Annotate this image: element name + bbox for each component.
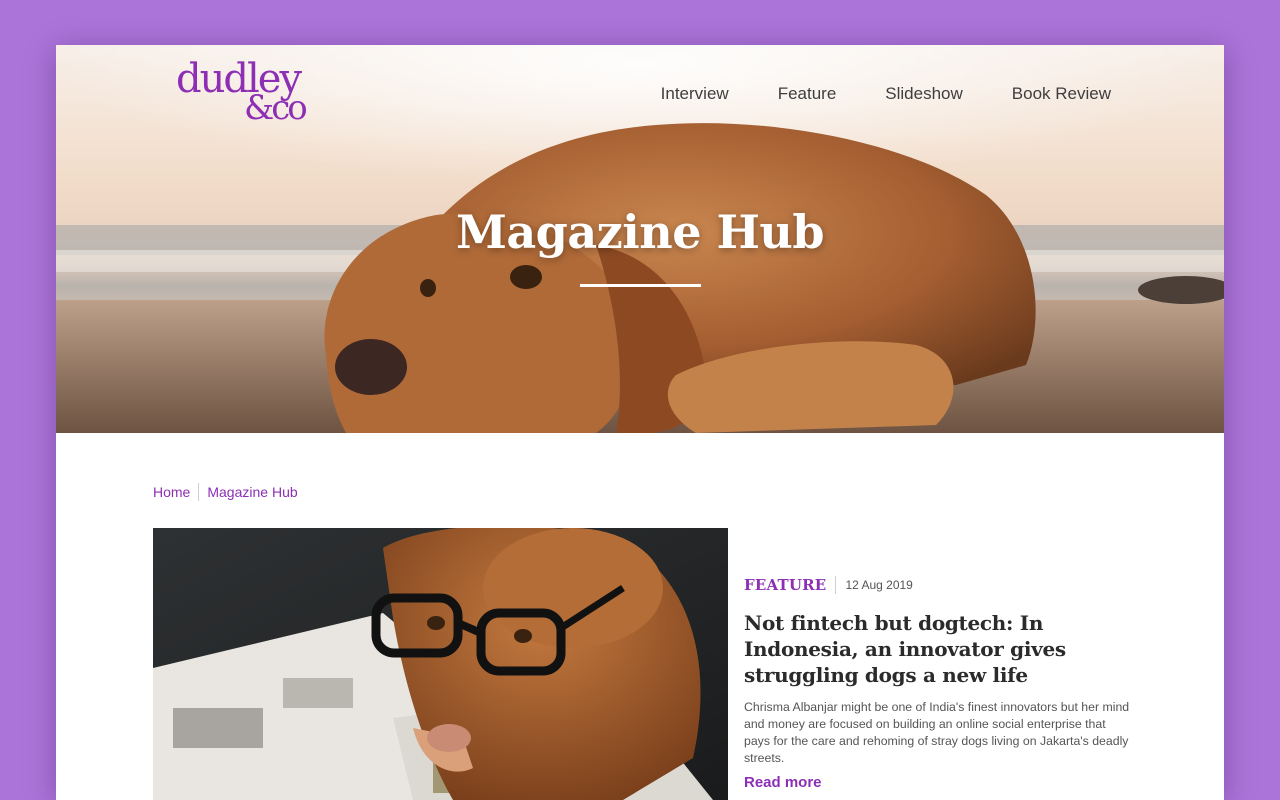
article-headline[interactable]: Not fintech but dogtech: In Indonesia, a… [744,610,1134,688]
breadcrumb-current[interactable]: Magazine Hub [207,484,297,500]
article-excerpt: Chrisma Albanjar might be one of India's… [744,700,1130,765]
category-label[interactable]: FEATURE [744,576,826,594]
nav-item-feature[interactable]: Feature [778,83,837,105]
main-nav: Interview Feature Slideshow Book Review [612,83,1111,105]
breadcrumb-home[interactable]: Home [153,484,190,500]
article-summary-card: FEATURE 12 Aug 2019 Not fintech but dogt… [744,575,1134,791]
logo-wordmark-line2: &co [244,88,308,128]
brand-logo[interactable]: dudley &co [176,59,326,129]
title-underline [580,284,701,287]
page-card: dudley &co Interview Feature Slideshow B… [56,45,1224,800]
article-meta: FEATURE 12 Aug 2019 [744,575,1134,595]
page-title: Magazine Hub [455,205,825,259]
nav-item-slideshow[interactable]: Slideshow [885,83,963,105]
read-more-link[interactable]: Read more [744,774,822,791]
dog-with-glasses-photo [153,528,728,800]
hero-banner: dudley &co Interview Feature Slideshow B… [56,45,1224,433]
meta-divider [835,576,837,594]
nav-item-interview[interactable]: Interview [661,83,729,105]
breadcrumb: Home Magazine Hub [153,483,298,501]
breadcrumb-divider [198,483,200,501]
publish-date: 12 Aug 2019 [845,578,913,592]
nav-item-book-review[interactable]: Book Review [1012,83,1111,105]
article-image[interactable] [153,528,728,800]
